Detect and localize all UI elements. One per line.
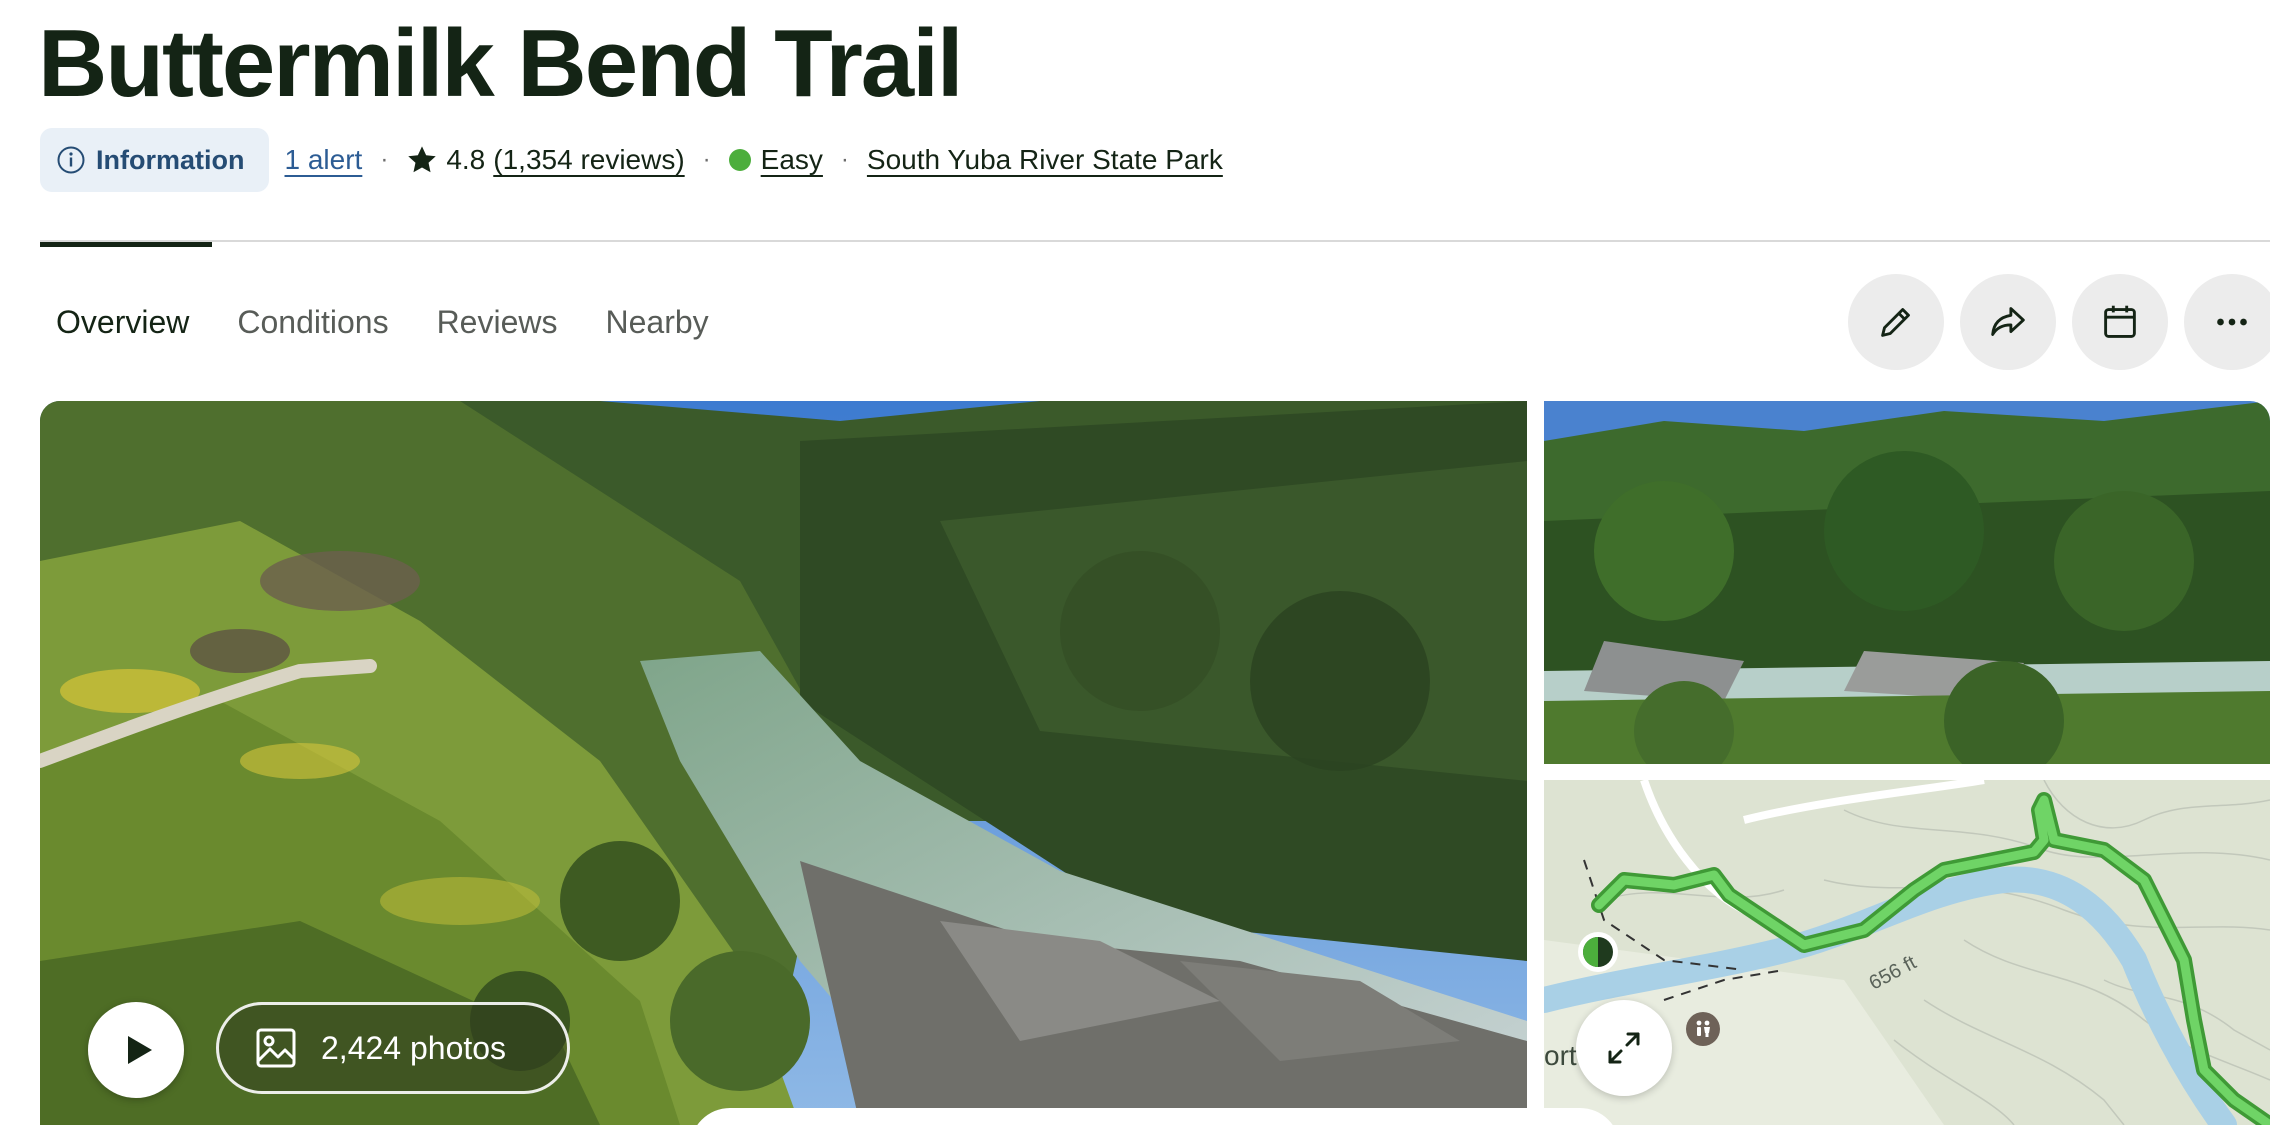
map-place-label: ort (1544, 1040, 1577, 1071)
header-divider (40, 240, 2270, 242)
rating-value: 4.8 (446, 144, 486, 175)
more-dots-icon (2217, 318, 2247, 326)
separator: · (380, 146, 389, 173)
photos-count-label: 2,424 photos (321, 1029, 507, 1066)
calendar-icon (2104, 305, 2136, 338)
river-photo-image (1544, 401, 2270, 764)
image-gallery-icon (256, 1028, 296, 1068)
information-chip[interactable]: Information (40, 128, 269, 192)
view-photos-button[interactable]: 2,424 photos (216, 1002, 570, 1094)
alert-link[interactable]: 1 alert (285, 144, 363, 176)
info-icon (57, 146, 85, 174)
calendar-button[interactable] (2072, 274, 2168, 370)
expand-icon (1608, 1032, 1640, 1064)
edit-button[interactable] (1848, 274, 1944, 370)
play-icon (128, 1036, 152, 1064)
rating: 4.8 (1,354 reviews) (406, 144, 685, 176)
tab-reviews[interactable]: Reviews (421, 304, 574, 341)
difficulty-dot-icon (728, 149, 751, 171)
pencil-icon (1881, 308, 1910, 337)
share-button[interactable] (1960, 274, 2056, 370)
active-section-indicator (40, 242, 212, 247)
tab-overview[interactable]: Overview (40, 304, 205, 341)
park-link[interactable]: South Yuba River State Park (867, 144, 1223, 176)
page-title: Buttermilk Bend Trail (38, 10, 964, 117)
trail-page: Buttermilk Bend Trail Information 1 aler… (0, 0, 2270, 1125)
share-arrow-icon (1991, 307, 2025, 336)
difficulty-link[interactable]: Easy (761, 144, 823, 176)
difficulty: Easy (728, 144, 823, 176)
reviews-link[interactable]: (1,354 reviews) (493, 144, 684, 176)
expand-map-button[interactable] (1576, 1000, 1672, 1096)
trail-meta-row: Information 1 alert · 4.8 (1,354 reviews… (40, 128, 1223, 192)
secondary-trail-photo[interactable] (1544, 401, 2270, 764)
action-buttons (1848, 274, 2270, 370)
separator: · (840, 146, 849, 173)
separator: · (702, 146, 711, 173)
tab-conditions[interactable]: Conditions (221, 304, 404, 341)
restroom-icon (1686, 1012, 1720, 1046)
play-slideshow-button[interactable] (88, 1002, 184, 1098)
bottom-sheet-edge (690, 1108, 1620, 1125)
star-icon (408, 146, 437, 173)
more-button[interactable] (2184, 274, 2270, 370)
tab-bar: Overview Conditions Reviews Nearby (40, 292, 741, 352)
information-label: Information (96, 144, 245, 175)
tab-nearby[interactable]: Nearby (589, 304, 724, 341)
